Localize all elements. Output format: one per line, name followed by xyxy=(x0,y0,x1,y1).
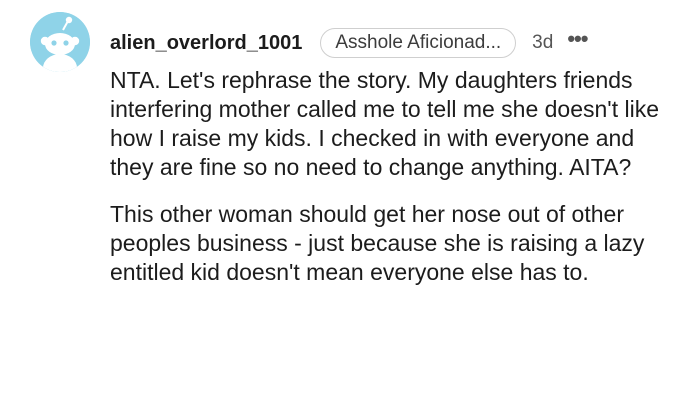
user-flair: Asshole Aficionad... xyxy=(320,28,517,58)
comment: alien_overlord_1001 Asshole Aficionad...… xyxy=(0,0,700,401)
comment-paragraph: NTA. Let's rephrase the story. My daught… xyxy=(110,67,659,180)
comment-header: alien_overlord_1001 Asshole Aficionad...… xyxy=(110,24,680,62)
comment-paragraph: This other woman should get her nose out… xyxy=(110,201,645,285)
reddit-snoo-avatar-icon xyxy=(30,12,90,72)
more-options-icon[interactable]: ••• xyxy=(567,28,588,58)
avatar[interactable] xyxy=(30,12,90,72)
comment-body: NTA. Let's rephrase the story. My daught… xyxy=(110,66,680,305)
comment-age: 3d xyxy=(532,32,554,53)
username[interactable]: alien_overlord_1001 xyxy=(110,32,302,55)
